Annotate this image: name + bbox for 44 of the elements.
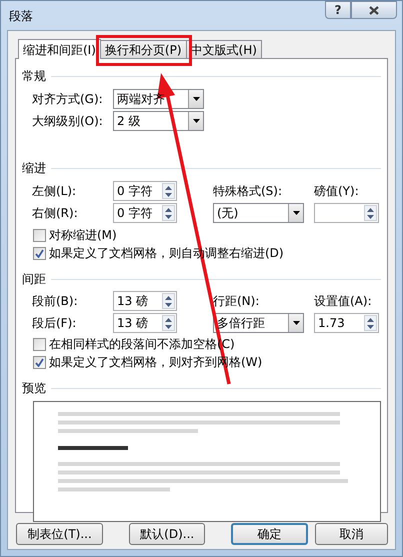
close-icon (369, 6, 379, 14)
spin-arrows-icon (162, 293, 175, 309)
section-title: 预览 (22, 380, 46, 397)
field-label: 行距(N): (213, 293, 260, 310)
field-label: 左侧(L): (32, 183, 78, 200)
dialog-button[interactable]: 默认(D)... (129, 523, 205, 545)
field-label: 设置值(A): (314, 293, 372, 310)
field-label: 右侧(R): (32, 205, 79, 222)
spin-arrows-icon (162, 183, 175, 199)
dropdown[interactable]: 2 级 (113, 111, 204, 131)
checkbox[interactable] (33, 246, 46, 260)
checkbox-label: 对称缩进(M) (49, 227, 117, 244)
section-title: 缩进 (22, 160, 46, 177)
checkbox[interactable] (33, 228, 46, 242)
section-title: 常规 (22, 68, 46, 85)
checkbox[interactable] (33, 338, 46, 350)
field-label: 特殊格式(S): (213, 183, 282, 200)
spinner-field[interactable]: 0 字符 (113, 181, 177, 201)
spinner-field[interactable] (314, 203, 379, 223)
window-title: 段落 (9, 8, 33, 24)
field-label: 对齐方式(G): (32, 91, 104, 108)
tab[interactable]: 缩进和间距(I) (18, 39, 101, 59)
spin-arrows-icon (162, 315, 175, 331)
close-button[interactable] (351, 1, 397, 19)
section-title: 间距 (22, 271, 46, 288)
spin-arrows-icon (162, 205, 175, 221)
spinner-field[interactable]: 13 磅 (113, 313, 177, 333)
field-label: 磅值(Y): (314, 183, 359, 200)
help-button[interactable]: ? (325, 1, 351, 19)
spinner-field[interactable]: 0 字符 (113, 203, 177, 223)
dropdown[interactable]: (无) (213, 203, 304, 223)
spin-arrows-icon (364, 205, 377, 221)
dialog-button[interactable]: 确定 (230, 523, 308, 545)
field-label: 段前(B): (32, 293, 79, 310)
tab[interactable]: 换行和分页(P) (100, 40, 187, 58)
spinner-field[interactable]: 1.73 (314, 313, 379, 333)
field-label: 大纲级别(O): (32, 113, 104, 130)
checkbox[interactable] (33, 356, 46, 368)
field-label: 段后(F): (32, 315, 78, 332)
dialog-button[interactable]: 取消 (315, 523, 388, 545)
dialog-button[interactable]: 制表位(T)... (16, 523, 104, 545)
spinner-field[interactable]: 13 磅 (113, 291, 177, 311)
dropdown[interactable]: 多倍行距 (213, 313, 304, 333)
spin-arrows-icon (364, 315, 377, 331)
